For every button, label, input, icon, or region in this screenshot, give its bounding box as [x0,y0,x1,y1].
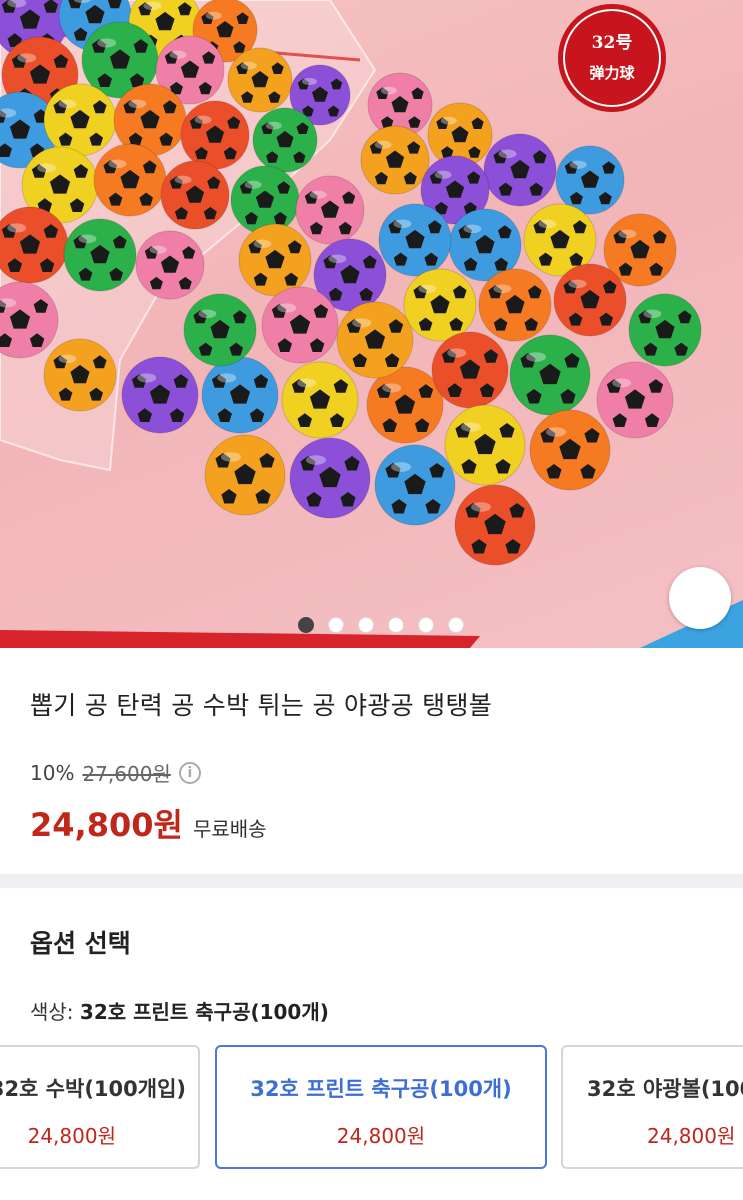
info-icon[interactable]: i [178,761,201,784]
ball-highlight [568,279,587,289]
ball-highlight [471,502,491,512]
carousel-dot[interactable] [328,617,344,633]
original-price: 27,600원 [82,762,171,786]
color-value: 32호 프린트 축구공(100개) [79,1000,329,1024]
ball-highlight [538,219,557,229]
carousel-dot[interactable] [418,617,434,633]
ball-highlight [149,245,167,254]
original-price-row: 10% 27,600원 i [30,758,201,787]
ball-highlight [137,373,157,383]
option-card-soccer-print[interactable]: 32호 프린트 축구공(100개) 24,800원 [215,1045,547,1169]
ball-highlight [58,99,77,109]
ball-highlight [382,383,402,393]
ball-highlight [461,422,481,432]
ball-highlight [7,223,27,233]
ball-highlight [302,77,317,86]
ball-highlight [463,224,482,234]
ball-highlight [380,86,397,95]
carousel-dot[interactable] [298,617,314,633]
ball-highlight [244,180,262,189]
ball-highlight [217,373,237,383]
color-label: 색상: [30,1000,74,1024]
selected-color-line: 색상: 32호 프린트 축구공(100개) [30,996,329,1025]
carousel-dot[interactable] [448,617,464,633]
ball-highlight [352,318,372,328]
ball-highlight [97,38,117,48]
option-section-title: 옵션 선택 [30,929,131,958]
carousel-dot[interactable] [358,617,374,633]
option-price: 24,800원 [647,1124,736,1148]
ball-highlight [306,455,326,465]
sale-price-row: 24,800원 무료배송 [30,800,267,846]
image-carousel-dots[interactable] [298,617,464,633]
product-title: 뽑기 공 탄력 공 수박 튀는 공 야광공 탱탱볼 [30,691,493,720]
ball-highlight [108,159,127,169]
ball-highlight [78,234,97,244]
sale-price: 24,800원 [30,806,183,844]
ball-highlight [526,352,546,362]
section-divider [0,874,743,888]
share-icon [669,567,743,648]
ball-highlight [618,229,637,239]
share-button[interactable] [669,567,731,629]
ball-highlight [391,462,411,472]
stamp-text-1: 32号 [592,33,633,53]
product-image[interactable]: 32号 弹力球 [0,0,743,648]
option-card-glow[interactable]: 32호 야광볼(100개) 24,800원 [561,1045,743,1169]
ball-highlight [328,254,347,264]
ball-highlight [277,303,297,313]
ball-highlight [612,378,632,388]
brand-stamp [558,4,666,112]
ball-highlight [493,284,512,294]
ball-highlight [253,239,272,249]
ball-highlight [128,99,147,109]
ball-highlight [393,219,412,229]
ball-highlight [643,309,662,319]
ball-highlight [174,175,192,184]
option-name: 32호 수박(100개입) [0,1077,186,1101]
ball-highlight [58,354,77,364]
ball-highlight [374,140,392,149]
carousel-dot[interactable] [388,617,404,633]
ball-highlight [143,1,162,11]
ball-highlight [194,115,212,124]
ball-highlight [569,160,587,169]
stamp-text-2: 弹力球 [589,64,635,82]
ball-highlight [169,50,187,59]
ball-highlight [297,378,317,388]
shipping-label: 무료배송 [192,817,267,841]
discount-rate: 10% [30,760,75,785]
ball-highlight [440,116,457,125]
option-card-watermelon[interactable]: 32호 수박(100개입) 24,800원 [0,1045,200,1169]
option-selector: 옵션 선택 색상: 32호 프린트 축구공(100개) 32호 수박(100개입… [0,888,743,1200]
ball-highlight [205,11,222,20]
ball-highlight [17,53,37,63]
option-name: 32호 야광볼(100개) [587,1077,743,1101]
ball-highlight [309,190,327,199]
option-price: 24,800원 [336,1124,426,1148]
ball-highlight [447,348,467,358]
ball-highlight [418,284,437,294]
ball-highlight [498,149,517,159]
product-photo-balls: 32号 弹力球 [0,0,743,648]
product-info: 뽑기 공 탄력 공 수박 튀는 공 야광공 탱탱볼 10% 27,600원 i … [0,648,743,874]
ball-highlight [221,452,241,462]
ball-highlight [240,61,257,70]
ball-highlight [198,309,217,319]
ball-highlight [546,427,566,437]
option-price: 24,800원 [27,1124,116,1148]
option-name: 32호 프린트 축구공(100개) [250,1077,512,1101]
ball-highlight [265,121,282,130]
ball-highlight [37,163,57,173]
ball-highlight [434,170,452,179]
